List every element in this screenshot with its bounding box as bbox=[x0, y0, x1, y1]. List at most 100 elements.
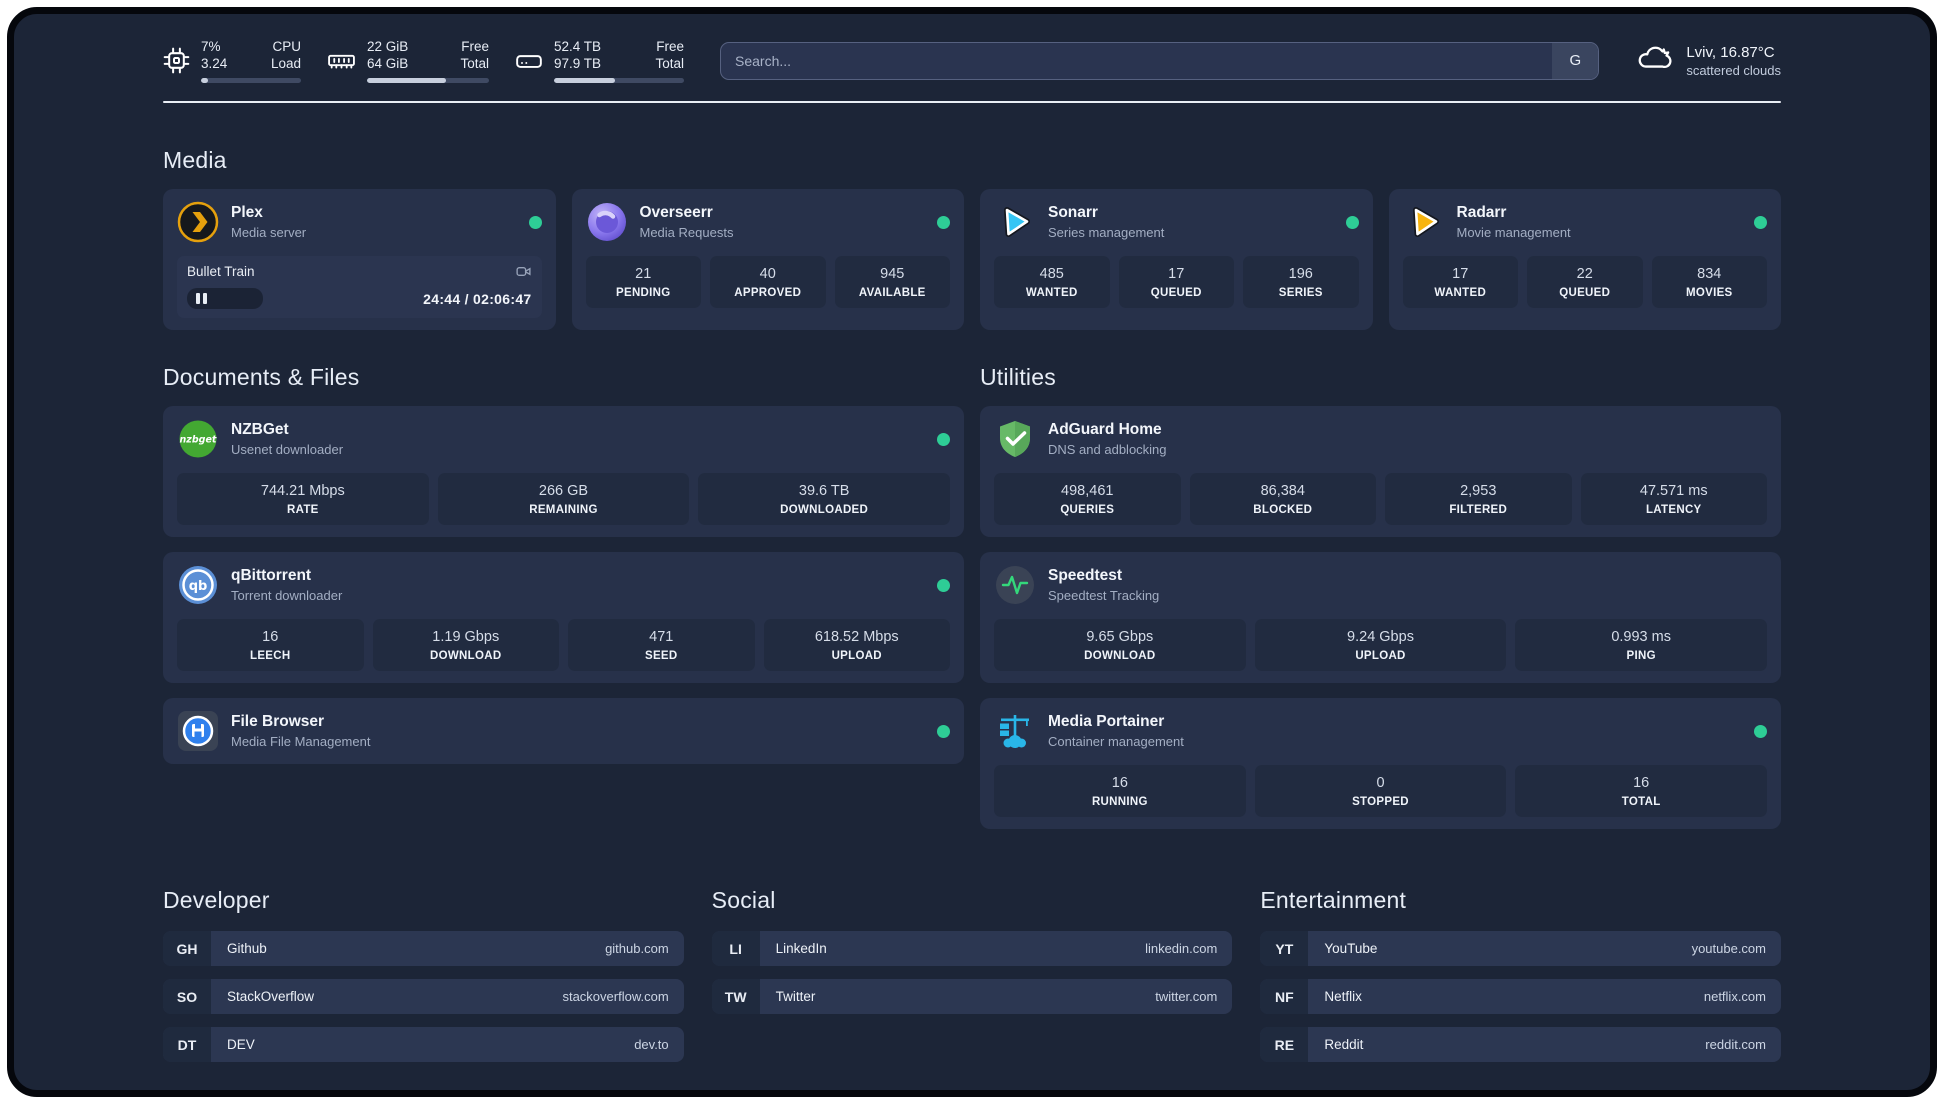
memory-icon bbox=[327, 48, 356, 74]
stat-box: 16 TOTAL bbox=[1515, 765, 1767, 817]
plex-now-playing: Bullet Train 24:44 / 02:06:47 bbox=[177, 256, 542, 318]
filebrowser-card[interactable]: File Browser Media File Management bbox=[163, 698, 964, 764]
status-dot-online bbox=[937, 215, 950, 229]
overseerr-name: Overseerr bbox=[639, 204, 713, 221]
stat-box: 22 QUEUED bbox=[1527, 256, 1643, 308]
memory-free-label: Free bbox=[461, 39, 489, 54]
section-media: Media Plex Media server Bullet Train 24:… bbox=[163, 147, 1781, 330]
status-dot-online bbox=[937, 578, 950, 592]
disk-free-label: Free bbox=[656, 39, 684, 54]
speedtest-name: Speedtest bbox=[1048, 567, 1123, 584]
search-input[interactable] bbox=[721, 42, 1553, 79]
link-tag: NF bbox=[1260, 979, 1309, 1014]
cpu-icon bbox=[163, 47, 190, 74]
weather-condition: scattered clouds bbox=[1686, 62, 1781, 78]
sonarr-desc: Series management bbox=[1048, 225, 1165, 240]
portainer-name: Media Portainer bbox=[1048, 713, 1165, 730]
top-bar: 7% CPU 3.24 Load 22 GiB Free 64 GiB Total bbox=[163, 38, 1781, 83]
stat-box: 0 STOPPED bbox=[1254, 765, 1507, 817]
search-bar: G bbox=[720, 41, 1600, 80]
stat-box: 16 LEECH bbox=[177, 619, 364, 671]
link-tag: TW bbox=[711, 979, 760, 1014]
playback-progress bbox=[187, 288, 263, 309]
status-dot-online bbox=[1754, 724, 1767, 738]
portainer-icon bbox=[994, 710, 1036, 752]
radarr-name: Radarr bbox=[1456, 204, 1507, 221]
status-dot-online bbox=[937, 724, 950, 738]
overseerr-card[interactable]: Overseerr Media Requests 21 PENDING 40 APP… bbox=[571, 189, 964, 330]
qbittorrent-card[interactable]: qb qBittorrent Torrent downloader 16 LEEC… bbox=[163, 552, 964, 683]
playback-time: 24:44 / 02:06:47 bbox=[423, 290, 532, 307]
cpu-load-value: 3.24 bbox=[201, 56, 228, 71]
nzbget-card[interactable]: nzbget NZBGet Usenet downloader 744.21 M… bbox=[163, 406, 964, 537]
status-dot-online bbox=[937, 432, 950, 446]
entertainment-section-title: Entertainment bbox=[1260, 887, 1407, 913]
stat-box: 196 SERIES bbox=[1243, 256, 1359, 308]
disk-progress-bar bbox=[554, 78, 684, 83]
plex-icon bbox=[177, 201, 219, 243]
link-tag: RE bbox=[1260, 1027, 1309, 1062]
link-reddit[interactable]: RE Reddit reddit.com bbox=[1260, 1027, 1781, 1062]
link-dev[interactable]: DT DEV dev.to bbox=[163, 1027, 684, 1062]
link-tag: SO bbox=[163, 979, 211, 1014]
media-section-title: Media bbox=[163, 147, 227, 173]
sonarr-name: Sonarr bbox=[1048, 204, 1098, 221]
nzbget-desc: Usenet downloader bbox=[231, 442, 344, 457]
stat-box: 17 WANTED bbox=[1402, 256, 1518, 308]
filebrowser-desc: Media File Management bbox=[231, 734, 371, 749]
memory-total-label: Total bbox=[460, 56, 489, 71]
nzbget-icon: nzbget bbox=[177, 418, 219, 460]
link-stackoverflow[interactable]: SO StackOverflow stackoverflow.com bbox=[163, 979, 684, 1014]
stat-box: 16 RUNNING bbox=[994, 765, 1246, 817]
section-developer: Developer GH Github github.com SO StackO… bbox=[163, 887, 684, 1062]
cpu-usage-value: 7% bbox=[201, 39, 221, 54]
speedtest-card[interactable]: Speedtest Speedtest Tracking 9.65 Gbps DO… bbox=[980, 552, 1781, 683]
portainer-card[interactable]: Media Portainer Container management 16 R… bbox=[980, 698, 1781, 829]
link-tag: LI bbox=[711, 931, 760, 966]
documents-section-title: Documents & Files bbox=[163, 364, 360, 390]
stat-box: 17 QUEUED bbox=[1118, 256, 1234, 308]
weather-widget: Lviv, 16.87°C scattered clouds bbox=[1635, 39, 1781, 82]
overseerr-icon bbox=[586, 201, 628, 243]
radarr-card[interactable]: Radarr Movie management 17 WANTED 22 QUEUE… bbox=[1388, 189, 1781, 330]
radarr-icon bbox=[1403, 201, 1445, 243]
video-camera-icon bbox=[515, 263, 532, 280]
link-linkedin[interactable]: LI LinkedIn linkedin.com bbox=[711, 931, 1233, 966]
link-netflix[interactable]: NF Netflix netflix.com bbox=[1260, 979, 1781, 1014]
section-entertainment: Entertainment YT YouTube youtube.com NF … bbox=[1260, 887, 1781, 1062]
now-playing-title: Bullet Train bbox=[187, 264, 255, 279]
disk-free-value: 52.4 TB bbox=[554, 39, 602, 54]
sonarr-icon bbox=[994, 201, 1036, 243]
topbar-divider bbox=[163, 101, 1781, 103]
sonarr-card[interactable]: Sonarr Series management 485 WANTED 17 QUE… bbox=[980, 189, 1373, 330]
plex-card[interactable]: Plex Media server Bullet Train 24:44 / 0… bbox=[163, 189, 556, 330]
section-documents: Documents & Files nzbget NZBGet Usenet d… bbox=[163, 364, 964, 764]
speedtest-icon bbox=[994, 564, 1036, 606]
status-dot-online bbox=[1754, 215, 1767, 229]
stat-box: 9.24 Gbps UPLOAD bbox=[1254, 619, 1507, 671]
weather-location-temp: Lviv, 16.87°C bbox=[1686, 43, 1775, 61]
stat-box: 9.65 Gbps DOWNLOAD bbox=[994, 619, 1246, 671]
plex-desc: Media server bbox=[231, 225, 307, 240]
qbittorrent-name: qBittorrent bbox=[231, 567, 312, 584]
cpu-label: CPU bbox=[272, 39, 301, 54]
memory-total-value: 64 GiB bbox=[367, 56, 409, 71]
stat-box: 498,461 QUERIES bbox=[994, 473, 1181, 525]
speedtest-desc: Speedtest Tracking bbox=[1048, 588, 1160, 603]
link-github[interactable]: GH Github github.com bbox=[163, 931, 684, 966]
system-stats: 7% CPU 3.24 Load 22 GiB Free 64 GiB Total bbox=[163, 38, 684, 83]
stat-box: 86,384 BLOCKED bbox=[1189, 473, 1376, 525]
adguard-card[interactable]: AdGuard Home DNS and adblocking 498,461 Q… bbox=[980, 406, 1781, 537]
cpu-progress-bar bbox=[201, 78, 301, 83]
stat-box: 40 APPROVED bbox=[710, 256, 826, 308]
link-twitter[interactable]: TW Twitter twitter.com bbox=[711, 979, 1233, 1014]
link-youtube[interactable]: YT YouTube youtube.com bbox=[1260, 931, 1781, 966]
svg-text:nzbget: nzbget bbox=[180, 435, 217, 446]
stat-box: 618.52 Mbps UPLOAD bbox=[763, 619, 950, 671]
cloud-icon bbox=[1635, 39, 1673, 82]
stat-box: 1.19 Gbps DOWNLOAD bbox=[372, 619, 559, 671]
stat-box: 21 PENDING bbox=[585, 256, 701, 308]
search-engine-button[interactable]: G bbox=[1552, 42, 1599, 79]
stat-box: 945 AVAILABLE bbox=[834, 256, 950, 308]
pause-icon bbox=[196, 293, 207, 304]
